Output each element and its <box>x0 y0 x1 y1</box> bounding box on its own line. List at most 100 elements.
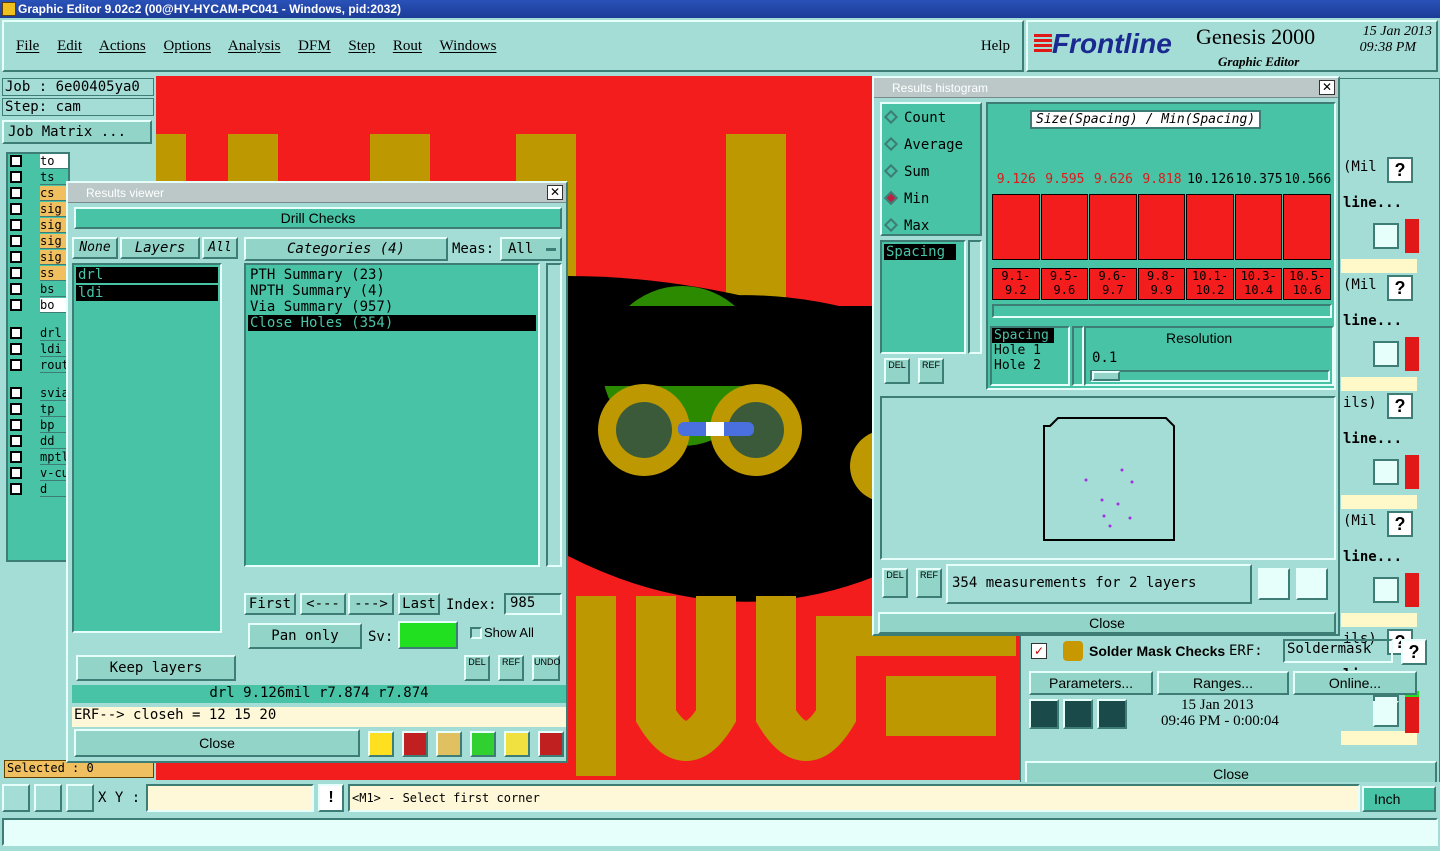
layer-row[interactable]: ts <box>8 170 68 185</box>
list-item[interactable]: drl <box>76 267 218 283</box>
pan-only-dropdown[interactable]: Pan only <box>248 623 362 649</box>
online-link[interactable]: line... <box>1343 549 1402 565</box>
layer-checkbox[interactable] <box>10 203 22 215</box>
first-button[interactable]: First <box>244 593 296 615</box>
hist-ref-button[interactable]: REF <box>918 358 944 384</box>
keep-layers-dropdown[interactable]: Keep layers <box>76 655 236 681</box>
histogram-bar[interactable] <box>1283 194 1331 260</box>
layer-checkbox[interactable] <box>10 387 22 399</box>
menu-rout[interactable]: Rout <box>393 38 422 54</box>
layer-checkbox[interactable] <box>10 435 22 447</box>
layer-checkbox[interactable] <box>10 283 22 295</box>
layer-checkbox[interactable] <box>10 267 22 279</box>
list-item[interactable]: Spacing <box>992 328 1054 343</box>
import-icon[interactable] <box>1296 568 1328 600</box>
xy-input[interactable] <box>146 784 314 812</box>
layer-checkbox[interactable] <box>10 299 22 311</box>
layer-checkbox[interactable] <box>10 359 22 371</box>
tool-icon[interactable] <box>402 731 428 757</box>
layer-checkbox[interactable] <box>10 219 22 231</box>
layer-row[interactable]: ss <box>8 266 68 281</box>
menu-options[interactable]: Options <box>163 38 211 54</box>
layers-button[interactable]: Layers <box>120 237 200 259</box>
zoom-icon[interactable] <box>1373 341 1399 367</box>
layer-row[interactable]: v-cu <box>8 466 68 481</box>
zoom-fit-icon[interactable] <box>2 784 30 812</box>
category-item[interactable]: PTH Summary (23) <box>248 267 536 283</box>
histogram-bar[interactable] <box>1089 194 1137 260</box>
help-icon[interactable]: ? <box>1387 157 1413 183</box>
list-item[interactable]: Hole 2 <box>992 358 1068 373</box>
layer-row[interactable]: tp <box>8 402 68 417</box>
chart-hscrollbar[interactable] <box>992 304 1332 318</box>
histogram-list-scrollbar[interactable] <box>968 240 982 354</box>
list-item[interactable]: Spacing <box>884 244 956 260</box>
categories-button[interactable]: Categories (4) <box>244 237 448 261</box>
resolution-slider-thumb[interactable] <box>1092 371 1120 381</box>
tool-icon[interactable] <box>470 731 496 757</box>
prev-button[interactable]: <--- <box>300 593 346 615</box>
list-item[interactable]: Hole 1 <box>992 343 1068 358</box>
menu-dfm[interactable]: DFM <box>298 38 331 54</box>
hole-list-scrollbar[interactable] <box>1072 326 1084 386</box>
histogram-bar[interactable] <box>1040 194 1089 260</box>
mode-radio[interactable]: Sum <box>883 163 929 184</box>
help-icon[interactable]: ? <box>1387 275 1413 301</box>
export-icon[interactable] <box>1258 568 1290 600</box>
category-item[interactable]: NPTH Summary (4) <box>248 283 536 299</box>
histogram-icon[interactable] <box>538 731 564 757</box>
index-field[interactable]: 985 <box>504 593 562 615</box>
mode-radio[interactable]: Max <box>883 217 929 238</box>
layer-row[interactable]: sig <box>8 218 68 233</box>
hist-del-button[interactable]: DEL <box>884 358 910 384</box>
zoom-icon[interactable] <box>1373 701 1399 727</box>
radio-icon[interactable] <box>883 163 899 179</box>
radio-selected-icon[interactable] <box>883 190 899 206</box>
layer-checkbox[interactable] <box>10 467 22 479</box>
layer-checkbox[interactable] <box>10 343 22 355</box>
online-link[interactable]: line... <box>1343 313 1402 329</box>
viewer-close-button[interactable]: Close <box>74 729 360 757</box>
histogram-bar[interactable] <box>1234 194 1283 260</box>
layer-checkbox[interactable] <box>10 171 22 183</box>
layer-row[interactable]: bs <box>8 282 68 297</box>
run-check-icon[interactable] <box>1063 699 1093 729</box>
layer-row[interactable]: rout <box>8 358 68 373</box>
histogram-bar[interactable] <box>1186 194 1234 260</box>
layer-row[interactable]: mptl <box>8 450 68 465</box>
menu-step[interactable]: Step <box>348 38 375 54</box>
layer-checkbox[interactable] <box>10 451 22 463</box>
parameters-button[interactable]: Parameters... <box>1029 671 1153 695</box>
mode-radio[interactable]: Average <box>883 136 963 157</box>
menu-actions[interactable]: Actions <box>99 38 146 54</box>
categories-scrollbar[interactable] <box>546 263 562 567</box>
category-item[interactable]: Via Summary (957) <box>248 299 536 315</box>
close-icon[interactable]: ✕ <box>547 185 563 200</box>
undo-button[interactable]: UNDO <box>532 655 561 681</box>
sv-color-dropdown[interactable] <box>398 621 458 649</box>
help-icon[interactable]: ? <box>1387 511 1413 537</box>
online-link[interactable]: line... <box>1343 431 1402 447</box>
layer-checkbox[interactable] <box>10 235 22 247</box>
histogram-close-button[interactable]: Close <box>878 612 1336 634</box>
show-all-checkbox[interactable] <box>470 627 482 639</box>
category-item-selected[interactable]: Close Holes (354) <box>248 315 536 331</box>
zoom-icon[interactable] <box>1373 223 1399 249</box>
radio-icon[interactable] <box>883 136 899 152</box>
layer-row[interactable]: to <box>8 154 68 169</box>
all-layers-button[interactable]: All <box>202 237 238 259</box>
meas-dropdown[interactable]: All <box>500 237 562 261</box>
radio-icon[interactable] <box>883 109 899 125</box>
menu-windows[interactable]: Windows <box>440 38 497 54</box>
layer-row[interactable]: sig <box>8 202 68 217</box>
list-item[interactable]: ldi <box>76 285 218 301</box>
menu-help[interactable]: Help <box>981 38 1010 55</box>
job-matrix-button[interactable]: Job Matrix ... <box>2 120 152 144</box>
grid-icon[interactable] <box>66 784 94 812</box>
zoom-icon[interactable] <box>1373 459 1399 485</box>
layer-row[interactable]: svia <box>8 386 68 401</box>
help-icon[interactable]: ? <box>1401 639 1427 665</box>
layer-row[interactable]: cs <box>8 186 68 201</box>
menu-edit[interactable]: Edit <box>57 38 82 54</box>
del-button[interactable]: DEL <box>464 655 490 681</box>
